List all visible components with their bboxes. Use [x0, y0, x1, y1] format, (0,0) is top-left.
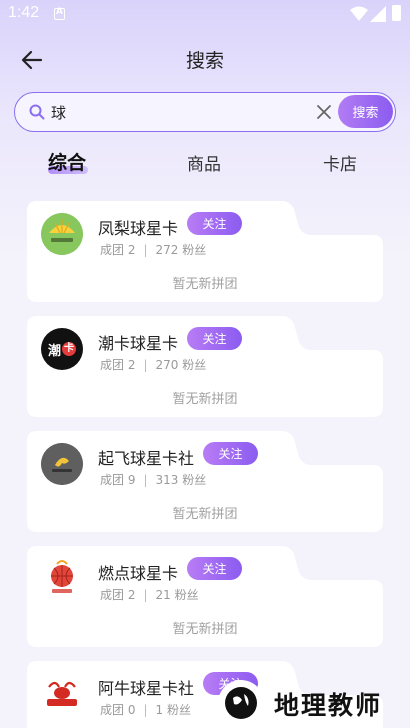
fans-label: 粉丝 — [182, 243, 207, 257]
shop-card[interactable]: 凤梨球星卡 关注 成团 2 | 272 粉丝 暂无新拼团 — [27, 201, 383, 302]
search-bar: 搜索 — [14, 92, 396, 132]
fans-count: 270 — [155, 358, 179, 372]
separator: | — [143, 588, 148, 602]
shop-stats: 成团 2 | 270 粉丝 — [100, 356, 206, 373]
follow-button[interactable]: 关注 — [187, 212, 242, 235]
tab-card-shops[interactable]: 卡店 — [323, 150, 357, 175]
shop-avatar — [41, 443, 83, 485]
shop-name[interactable]: 潮卡球星卡 — [98, 330, 178, 354]
groups-count: 2 — [127, 243, 136, 257]
fans-label: 粉丝 — [167, 703, 192, 717]
groups-count: 9 — [127, 473, 136, 487]
watermark: 地理教师 — [218, 680, 408, 726]
shop-stats: 成团 9 | 313 粉丝 — [100, 471, 206, 488]
status-bar: 1:42 A — [0, 0, 410, 30]
watermark-text: 地理教师 — [274, 691, 383, 720]
basketball-logo-icon — [51, 560, 73, 593]
separator: | — [143, 358, 148, 372]
shop-card[interactable]: 燃点球星卡 关注 成团 2 | 21 粉丝 暂无新拼团 — [27, 546, 383, 647]
groups-label: 成团 — [100, 243, 125, 257]
search-icon — [29, 104, 45, 120]
battery-icon — [392, 5, 401, 21]
tab-label: 商品 — [187, 155, 221, 175]
fans-label: 粉丝 — [182, 473, 207, 487]
shop-name[interactable]: 凤梨球星卡 — [98, 215, 178, 239]
groups-label: 成团 — [100, 703, 125, 717]
empty-group-note: 暂无新拼团 — [172, 277, 238, 292]
shop-stats: 成团 0 | 1 粉丝 — [100, 701, 191, 718]
takeoff-logo-icon — [41, 443, 83, 485]
tab-comprehensive[interactable]: 综合 — [48, 148, 86, 175]
shop-avatar — [41, 558, 83, 600]
shop-card[interactable]: 潮 卡 潮卡球星卡 关注 成团 2 | 270 粉丝 暂无新拼团 — [27, 316, 383, 417]
groups-count: 2 — [127, 358, 136, 372]
empty-group-note: 暂无新拼团 — [172, 392, 238, 407]
fans-count: 272 — [155, 243, 179, 257]
pineapple-logo-icon — [41, 213, 83, 255]
notification-a-icon: A — [54, 7, 65, 20]
shop-name[interactable]: 燃点球星卡 — [98, 560, 178, 584]
separator: | — [143, 243, 148, 257]
shop-card[interactable]: 起飞球星卡社 关注 成团 9 | 313 粉丝 暂无新拼团 — [27, 431, 383, 532]
fans-label: 粉丝 — [182, 358, 207, 372]
tab-label: 综合 — [48, 152, 87, 174]
separator: | — [143, 703, 148, 717]
fans-count: 21 — [155, 588, 171, 602]
shop-avatar: 潮 卡 — [41, 328, 83, 370]
shop-name[interactable]: 起飞球星卡社 — [98, 445, 194, 469]
groups-label: 成团 — [100, 358, 125, 372]
groups-count: 2 — [127, 588, 136, 602]
follow-button[interactable]: 关注 — [203, 442, 258, 465]
status-time: 1:42 — [8, 4, 40, 21]
avatar-text-1: 潮 — [47, 343, 61, 359]
search-button[interactable]: 搜索 — [338, 95, 393, 128]
follow-button[interactable]: 关注 — [187, 327, 242, 350]
groups-label: 成团 — [100, 588, 125, 602]
page-title: 搜索 — [185, 50, 224, 72]
shop-avatar — [41, 213, 83, 255]
shop-avatar — [41, 673, 83, 715]
avatar-text-2: 卡 — [62, 342, 76, 356]
empty-group-note: 暂无新拼团 — [172, 507, 238, 522]
clear-icon[interactable] — [315, 103, 333, 121]
shop-name[interactable]: 阿牛球星卡社 — [98, 675, 194, 699]
separator: | — [143, 473, 148, 487]
fans-label: 粉丝 — [174, 588, 199, 602]
search-input[interactable] — [51, 99, 311, 125]
tab-products[interactable]: 商品 — [187, 150, 221, 175]
signal-icon — [370, 6, 386, 22]
bull-logo-icon — [47, 681, 77, 706]
empty-group-note: 暂无新拼团 — [172, 622, 238, 637]
groups-count: 0 — [127, 703, 136, 717]
wifi-icon — [350, 6, 368, 21]
fans-count: 1 — [155, 703, 164, 717]
follow-button[interactable]: 关注 — [187, 557, 242, 580]
fans-count: 313 — [155, 473, 179, 487]
groups-label: 成团 — [100, 473, 125, 487]
tab-label: 卡店 — [323, 155, 357, 175]
globe-icon — [225, 687, 257, 719]
shop-stats: 成团 2 | 272 粉丝 — [100, 241, 206, 258]
shop-stats: 成团 2 | 21 粉丝 — [100, 586, 199, 603]
watermark-logo — [218, 680, 264, 726]
